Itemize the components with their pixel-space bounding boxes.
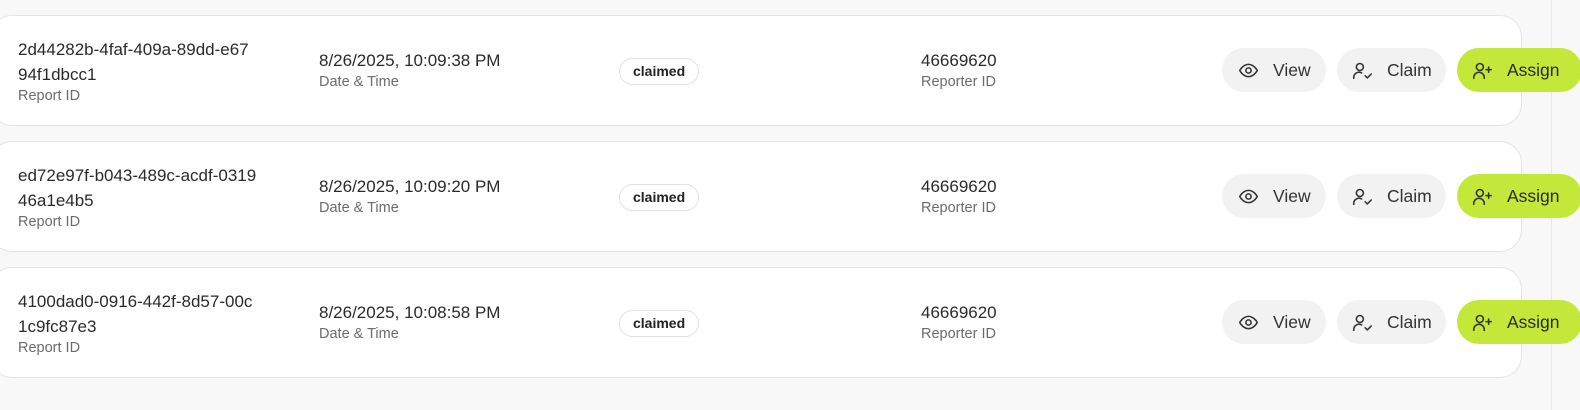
view-button[interactable]: View (1222, 300, 1326, 344)
view-button-label: View (1273, 311, 1311, 332)
view-button-label: View (1273, 59, 1311, 80)
report-id-cell: 4100dad0-0916-442f-8d57-00c1c9fc87e3 Rep… (18, 289, 258, 357)
datetime-cell: 8/26/2025, 10:09:20 PM Date & Time (319, 174, 579, 217)
user-check-icon (1352, 62, 1373, 79)
reports-list: 2d44282b-4faf-409a-89dd-e6794f1dbcc1 Rep… (0, 0, 1580, 410)
reporter-id-value: 46669620 (921, 51, 997, 70)
reporter-id-cell: 46669620 Reporter ID (921, 300, 1121, 343)
report-id-value: 4100dad0-0916-442f-8d57-00c1c9fc87e3 (18, 292, 253, 336)
assign-button-label: Assign (1507, 59, 1560, 80)
report-id-label: Report ID (18, 214, 81, 230)
datetime-label: Date & Time (319, 326, 399, 342)
report-row: 4100dad0-0916-442f-8d57-00c1c9fc87e3 Rep… (0, 267, 1580, 378)
assign-button-label: Assign (1507, 185, 1560, 206)
claim-button[interactable]: Claim (1337, 48, 1446, 92)
status-badge: claimed (619, 184, 700, 211)
eye-icon (1238, 315, 1259, 329)
report-id-value: 2d44282b-4faf-409a-89dd-e6794f1dbcc1 (18, 40, 249, 84)
status-cell: claimed (619, 184, 700, 211)
view-button[interactable]: View (1222, 174, 1326, 218)
status-cell: claimed (619, 58, 700, 85)
status-badge: claimed (619, 310, 700, 337)
datetime-value: 8/26/2025, 10:09:20 PM (319, 177, 501, 196)
reporter-id-cell: 46669620 Reporter ID (921, 48, 1121, 91)
assign-button[interactable]: Assign (1457, 174, 1580, 218)
report-id-label: Report ID (18, 88, 81, 104)
eye-icon (1238, 63, 1259, 77)
report-row: ed72e97f-b043-489c-acdf-031946a1e4b5 Rep… (0, 141, 1580, 252)
view-button-label: View (1273, 185, 1311, 206)
user-check-icon (1352, 188, 1373, 205)
status-cell: claimed (619, 310, 700, 337)
report-id-label: Report ID (18, 340, 81, 356)
reporter-id-cell: 46669620 Reporter ID (921, 174, 1121, 217)
report-row: 2d44282b-4faf-409a-89dd-e6794f1dbcc1 Rep… (0, 15, 1580, 126)
claim-button-label: Claim (1387, 59, 1432, 80)
user-plus-icon (1472, 188, 1493, 205)
report-id-value: ed72e97f-b043-489c-acdf-031946a1e4b5 (18, 166, 257, 210)
claim-button[interactable]: Claim (1337, 300, 1446, 344)
eye-icon (1238, 189, 1259, 203)
reporter-id-label: Reporter ID (921, 74, 996, 90)
reporter-id-value: 46669620 (921, 303, 997, 322)
datetime-value: 8/26/2025, 10:08:58 PM (319, 303, 501, 322)
datetime-value: 8/26/2025, 10:09:38 PM (319, 51, 501, 70)
user-plus-icon (1472, 314, 1493, 331)
datetime-label: Date & Time (319, 74, 399, 90)
datetime-cell: 8/26/2025, 10:09:38 PM Date & Time (319, 48, 579, 91)
claim-button-label: Claim (1387, 311, 1432, 332)
report-id-cell: 2d44282b-4faf-409a-89dd-e6794f1dbcc1 Rep… (18, 37, 258, 105)
assign-button-label: Assign (1507, 311, 1560, 332)
claim-button[interactable]: Claim (1337, 174, 1446, 218)
user-plus-icon (1472, 62, 1493, 79)
assign-button[interactable]: Assign (1457, 300, 1580, 344)
reporter-id-label: Reporter ID (921, 200, 996, 216)
user-check-icon (1352, 314, 1373, 331)
claim-button-label: Claim (1387, 185, 1432, 206)
reporter-id-label: Reporter ID (921, 326, 996, 342)
datetime-label: Date & Time (319, 200, 399, 216)
assign-button[interactable]: Assign (1457, 48, 1580, 92)
reporter-id-value: 46669620 (921, 177, 997, 196)
datetime-cell: 8/26/2025, 10:08:58 PM Date & Time (319, 300, 579, 343)
status-badge: claimed (619, 58, 700, 85)
report-id-cell: ed72e97f-b043-489c-acdf-031946a1e4b5 Rep… (18, 163, 258, 231)
view-button[interactable]: View (1222, 48, 1326, 92)
